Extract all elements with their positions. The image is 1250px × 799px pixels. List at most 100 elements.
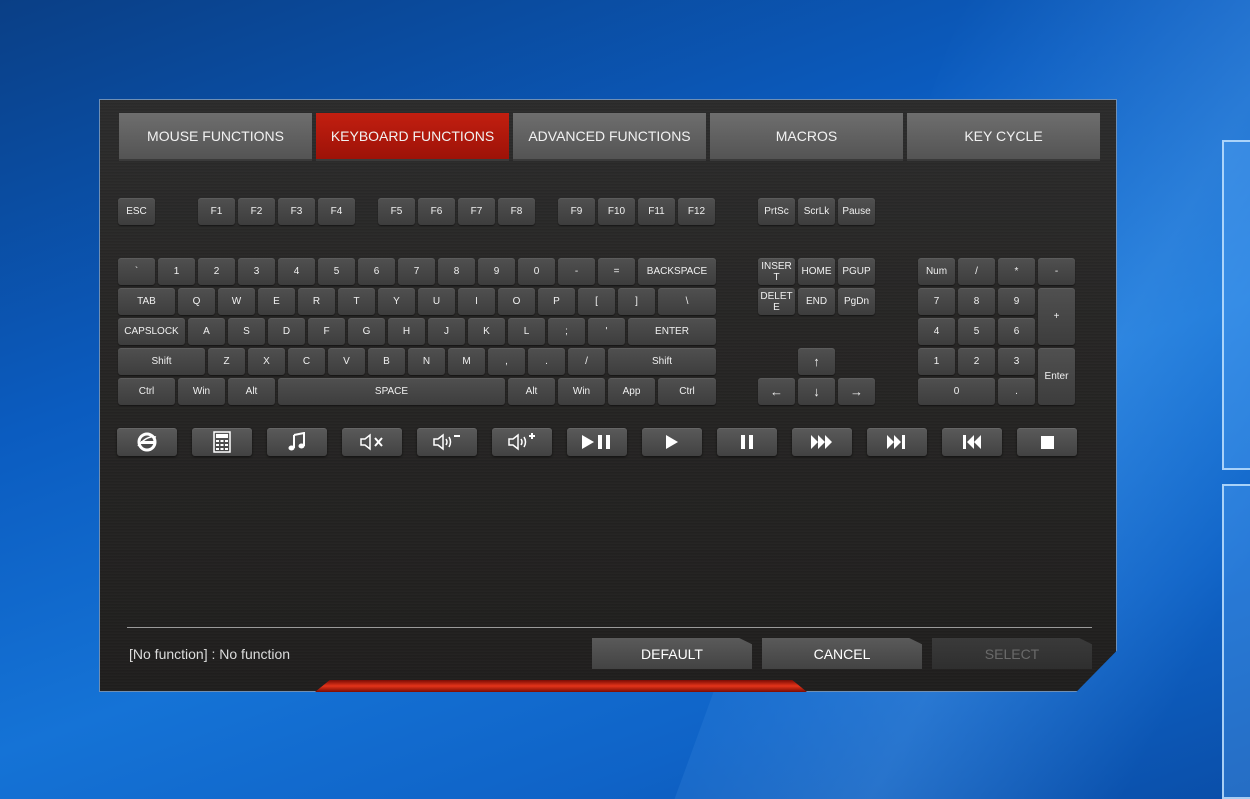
key-k[interactable]: K: [468, 318, 505, 345]
tab-mouse-functions[interactable]: MOUSE FUNCTIONS: [119, 113, 312, 161]
key-2[interactable]: 2: [198, 258, 235, 285]
key-left-ctrl[interactable]: Ctrl: [118, 378, 175, 405]
key-9[interactable]: 9: [478, 258, 515, 285]
cancel-button[interactable]: CANCEL: [762, 638, 922, 669]
key-f8[interactable]: F8: [498, 198, 535, 225]
key-numpad-divide[interactable]: /: [958, 258, 995, 285]
key-space[interactable]: SPACE: [278, 378, 505, 405]
key-numpad-2[interactable]: 2: [958, 348, 995, 375]
key-f12[interactable]: F12: [678, 198, 715, 225]
key-f2[interactable]: F2: [238, 198, 275, 225]
key-numpad-decimal[interactable]: .: [998, 378, 1035, 405]
key-right-alt[interactable]: Alt: [508, 378, 555, 405]
key-prtsc[interactable]: PrtSc: [758, 198, 795, 225]
key-pgdn[interactable]: PgDn: [838, 288, 875, 315]
browser-icon[interactable]: [117, 428, 177, 456]
key-delete[interactable]: DELETE: [758, 288, 795, 315]
key-o[interactable]: O: [498, 288, 535, 315]
volume-down-icon[interactable]: [417, 428, 477, 456]
fast-forward-icon[interactable]: [792, 428, 852, 456]
tab-macros[interactable]: MACROS: [710, 113, 903, 161]
key-c[interactable]: C: [288, 348, 325, 375]
key-end[interactable]: END: [798, 288, 835, 315]
key-y[interactable]: Y: [378, 288, 415, 315]
key-period[interactable]: .: [528, 348, 565, 375]
key-numpad-subtract[interactable]: -: [1038, 258, 1075, 285]
key-f7[interactable]: F7: [458, 198, 495, 225]
next-track-icon[interactable]: [867, 428, 927, 456]
key-f3[interactable]: F3: [278, 198, 315, 225]
key-scrlk[interactable]: ScrLk: [798, 198, 835, 225]
key-grave[interactable]: `: [118, 258, 155, 285]
key-insert[interactable]: INSERT: [758, 258, 795, 285]
key-i[interactable]: I: [458, 288, 495, 315]
key-numpad-3[interactable]: 3: [998, 348, 1035, 375]
key-arrow-up[interactable]: ↑: [798, 348, 835, 375]
key-x[interactable]: X: [248, 348, 285, 375]
key-numpad-6[interactable]: 6: [998, 318, 1035, 345]
music-icon[interactable]: [267, 428, 327, 456]
key-s[interactable]: S: [228, 318, 265, 345]
key-right-win[interactable]: Win: [558, 378, 605, 405]
key-home[interactable]: HOME: [798, 258, 835, 285]
key-right-ctrl[interactable]: Ctrl: [658, 378, 716, 405]
key-left-shift[interactable]: Shift: [118, 348, 205, 375]
key-d[interactable]: D: [268, 318, 305, 345]
key-semicolon[interactable]: ;: [548, 318, 585, 345]
key-numpad-add[interactable]: +: [1038, 288, 1075, 345]
tab-keyboard-functions[interactable]: KEYBOARD FUNCTIONS: [316, 113, 509, 161]
key-right-bracket[interactable]: ]: [618, 288, 655, 315]
key-t[interactable]: T: [338, 288, 375, 315]
key-numpad-0[interactable]: 0: [918, 378, 995, 405]
key-b[interactable]: B: [368, 348, 405, 375]
key-1[interactable]: 1: [158, 258, 195, 285]
key-f[interactable]: F: [308, 318, 345, 345]
key-quote[interactable]: ': [588, 318, 625, 345]
key-backslash[interactable]: \: [658, 288, 716, 315]
calculator-icon[interactable]: [192, 428, 252, 456]
key-pause[interactable]: Pause: [838, 198, 875, 225]
play-pause-icon[interactable]: [567, 428, 627, 456]
pause-icon[interactable]: [717, 428, 777, 456]
key-4[interactable]: 4: [278, 258, 315, 285]
key-left-alt[interactable]: Alt: [228, 378, 275, 405]
key-l[interactable]: L: [508, 318, 545, 345]
key-minus[interactable]: -: [558, 258, 595, 285]
key-5[interactable]: 5: [318, 258, 355, 285]
key-j[interactable]: J: [428, 318, 465, 345]
key-6[interactable]: 6: [358, 258, 395, 285]
key-numpad-multiply[interactable]: *: [998, 258, 1035, 285]
mute-icon[interactable]: [342, 428, 402, 456]
key-numpad-9[interactable]: 9: [998, 288, 1035, 315]
key-numpad-1[interactable]: 1: [918, 348, 955, 375]
stop-icon[interactable]: [1017, 428, 1077, 456]
key-tab[interactable]: TAB: [118, 288, 175, 315]
key-app[interactable]: App: [608, 378, 655, 405]
key-numpad-5[interactable]: 5: [958, 318, 995, 345]
key-capslock[interactable]: CAPSLOCK: [118, 318, 185, 345]
volume-up-icon[interactable]: [492, 428, 552, 456]
key-pgup[interactable]: PGUP: [838, 258, 875, 285]
key-g[interactable]: G: [348, 318, 385, 345]
key-enter[interactable]: ENTER: [628, 318, 716, 345]
key-n[interactable]: N: [408, 348, 445, 375]
key-a[interactable]: A: [188, 318, 225, 345]
key-right-shift[interactable]: Shift: [608, 348, 716, 375]
tab-key-cycle[interactable]: KEY CYCLE: [907, 113, 1100, 161]
key-7[interactable]: 7: [398, 258, 435, 285]
key-numpad-4[interactable]: 4: [918, 318, 955, 345]
key-comma[interactable]: ,: [488, 348, 525, 375]
key-esc[interactable]: ESC: [118, 198, 155, 225]
key-left-bracket[interactable]: [: [578, 288, 615, 315]
key-8[interactable]: 8: [438, 258, 475, 285]
key-f9[interactable]: F9: [558, 198, 595, 225]
key-f6[interactable]: F6: [418, 198, 455, 225]
key-w[interactable]: W: [218, 288, 255, 315]
default-button[interactable]: DEFAULT: [592, 638, 752, 669]
key-q[interactable]: Q: [178, 288, 215, 315]
key-equal[interactable]: =: [598, 258, 635, 285]
play-icon[interactable]: [642, 428, 702, 456]
tab-advanced-functions[interactable]: ADVANCED FUNCTIONS: [513, 113, 706, 161]
previous-track-icon[interactable]: [942, 428, 1002, 456]
key-e[interactable]: E: [258, 288, 295, 315]
